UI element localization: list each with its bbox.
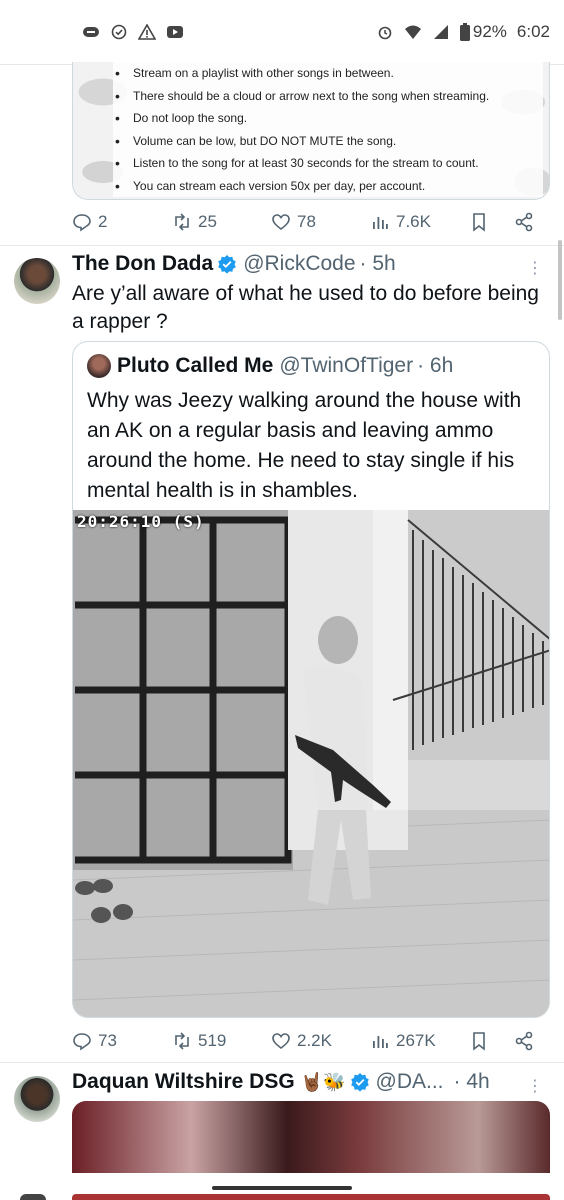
tweet-separator xyxy=(0,245,564,246)
tweet-header: Daquan Wiltshire DSG 🤘🏾🐝 @DA... · 4h xyxy=(72,1070,490,1094)
scrollbar[interactable] xyxy=(558,240,562,320)
verified-badge-icon xyxy=(218,255,236,274)
rule-item: Do not loop the song. xyxy=(113,107,543,130)
reply-icon xyxy=(73,214,91,232)
tweet-time: · 5h xyxy=(359,252,396,275)
heart-icon xyxy=(272,214,290,231)
more-options-icon[interactable]: ⋮ xyxy=(527,1076,543,1096)
reply-count: 73 xyxy=(98,1031,117,1050)
avatar[interactable] xyxy=(14,1076,60,1122)
next-media-peek xyxy=(72,1194,550,1200)
name-emoji: 🤘🏾🐝 xyxy=(300,1071,346,1092)
retweet-icon xyxy=(175,1032,189,1050)
home-gesture-bar[interactable] xyxy=(212,1186,352,1190)
like-count: 2.2K xyxy=(297,1031,332,1050)
retweet-icon xyxy=(175,213,189,231)
tweet-actions: 2 25 78 7.6K xyxy=(72,207,542,237)
status-bar-right: 92% 6:02 xyxy=(376,22,550,42)
alarm-icon xyxy=(376,23,394,41)
quote-time: · 6h xyxy=(417,354,454,377)
tweet-media[interactable] xyxy=(72,1101,550,1173)
tweet-separator xyxy=(0,1062,564,1063)
reply-count: 2 xyxy=(98,212,108,231)
author-name[interactable]: The Don Dada xyxy=(72,252,213,276)
author-name[interactable]: Daquan Wiltshire DSG xyxy=(72,1070,295,1094)
retweet-button[interactable]: 25 xyxy=(172,212,217,232)
views-icon xyxy=(373,1036,388,1048)
signal-icon xyxy=(432,23,450,41)
retweet-count: 25 xyxy=(198,212,217,231)
cctv-frame-image xyxy=(73,510,549,1017)
views-icon xyxy=(373,217,388,229)
rule-item: Stream on a playlist with other songs in… xyxy=(113,62,543,85)
like-button[interactable]: 2.2K xyxy=(271,1031,332,1051)
wifi-icon xyxy=(404,23,422,41)
share-button[interactable] xyxy=(514,1031,534,1051)
quote-author-handle: @TwinOfTiger xyxy=(279,354,414,377)
quote-author-name: Pluto Called Me xyxy=(117,354,274,377)
view-count: 7.6K xyxy=(396,212,431,231)
battery-percent: 92% xyxy=(472,22,507,41)
tweet-actions: 73 519 2.2K 267K xyxy=(72,1026,542,1056)
retweet-count: 519 xyxy=(198,1031,227,1050)
verified-badge-icon xyxy=(350,1073,369,1092)
tweet-image[interactable]: Stream on a playlist with other songs in… xyxy=(72,62,550,200)
warning-icon xyxy=(138,23,156,41)
heart-icon xyxy=(272,1033,290,1050)
video-timestamp: 20:26:10 (S) xyxy=(77,512,205,531)
check-circle-icon xyxy=(110,23,128,41)
tweet-text: Are y’all aware of what he used to do be… xyxy=(72,282,539,333)
author-handle[interactable]: @RickCode xyxy=(243,252,355,276)
status-bar-left xyxy=(82,23,184,41)
share-icon xyxy=(515,212,533,232)
quote-tweet[interactable]: Pluto Called Me @TwinOfTiger · 6h Why wa… xyxy=(72,341,550,1018)
reply-icon xyxy=(73,1033,91,1051)
avatar[interactable] xyxy=(14,258,60,304)
view-count: 267K xyxy=(396,1031,436,1050)
bookmark-icon xyxy=(473,1032,485,1051)
status-bar: 92% 6:02 xyxy=(0,0,564,64)
battery-indicator: 92% xyxy=(459,22,507,42)
youtube-icon xyxy=(166,23,184,41)
tweet-time: · 4h xyxy=(453,1070,490,1093)
rule-item: Listen to the song for at least 30 secon… xyxy=(113,152,543,175)
retweet-button[interactable]: 519 xyxy=(172,1031,226,1051)
share-icon xyxy=(515,1031,533,1051)
rule-item: Volume can be low, but DO NOT MUTE the s… xyxy=(113,130,543,153)
more-options-icon[interactable]: ⋮ xyxy=(527,258,543,278)
streaming-rules-list: Stream on a playlist with other songs in… xyxy=(113,62,543,197)
quote-text: Why was Jeezy walking around the house w… xyxy=(87,389,522,502)
reply-button[interactable]: 2 xyxy=(72,212,107,232)
rule-item: There should be a cloud or arrow next to… xyxy=(113,85,543,108)
bookmark-icon xyxy=(473,213,485,232)
share-button[interactable] xyxy=(514,212,534,232)
like-button[interactable]: 78 xyxy=(271,212,316,232)
views-button[interactable]: 267K xyxy=(370,1031,436,1051)
battery-icon xyxy=(459,23,470,41)
views-button[interactable]: 7.6K xyxy=(370,212,431,232)
quote-header: Pluto Called Me @TwinOfTiger · 6h xyxy=(87,354,453,378)
quote-avatar xyxy=(87,354,111,378)
clock: 6:02 xyxy=(516,22,550,41)
rule-item: You can stream each version 50x per day,… xyxy=(113,175,543,198)
tweet-header: The Don Dada @RickCode · 5h xyxy=(72,252,396,276)
quote-video[interactable]: 20:26:10 (S) xyxy=(73,510,549,1017)
like-count: 78 xyxy=(297,212,316,231)
cloud-chat-icon xyxy=(82,23,100,41)
bookmark-button[interactable] xyxy=(469,212,489,232)
reply-button[interactable]: 73 xyxy=(72,1031,117,1051)
next-avatar-peek xyxy=(20,1194,46,1200)
author-handle[interactable]: @DA... xyxy=(376,1070,444,1094)
bookmark-button[interactable] xyxy=(469,1031,489,1051)
